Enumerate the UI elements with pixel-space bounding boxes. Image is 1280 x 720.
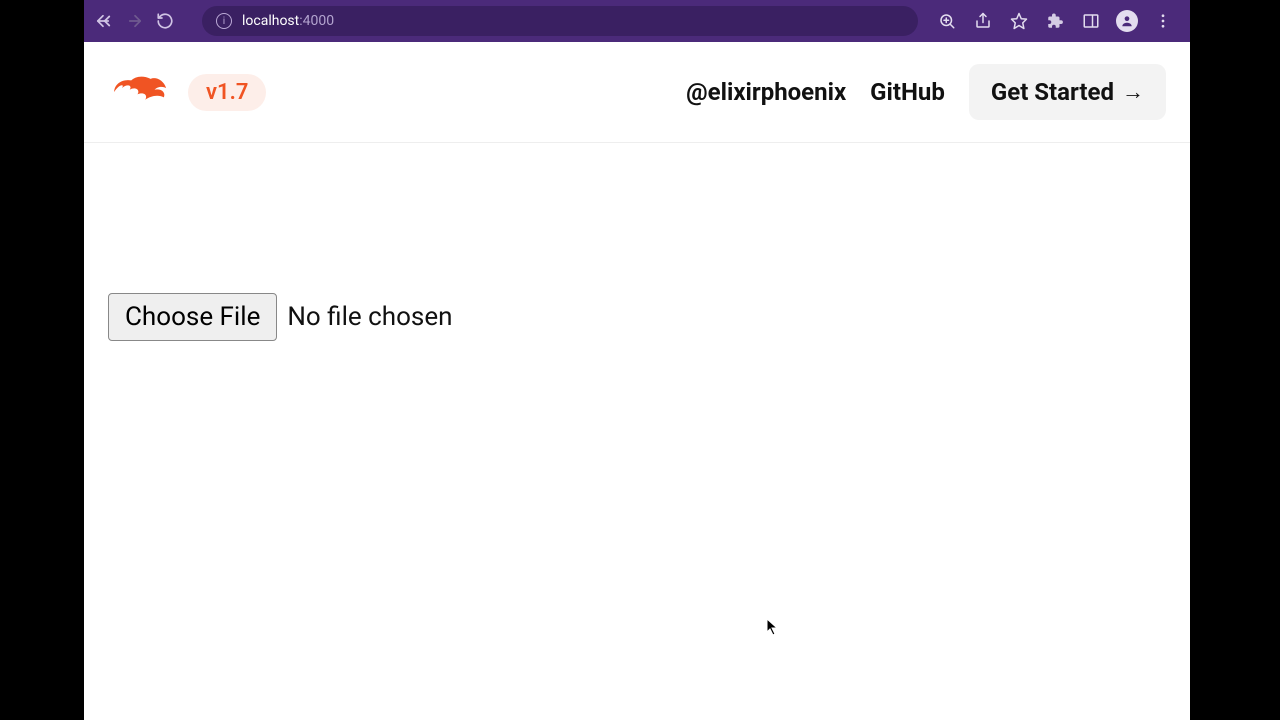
zoom-icon[interactable] bbox=[936, 10, 958, 32]
get-started-label: Get Started bbox=[991, 78, 1114, 106]
star-icon[interactable] bbox=[1008, 10, 1030, 32]
menu-icon[interactable] bbox=[1152, 10, 1174, 32]
extensions-icon[interactable] bbox=[1044, 10, 1066, 32]
toolbar-right bbox=[936, 10, 1180, 32]
reload-icon[interactable] bbox=[154, 10, 176, 32]
profile-avatar-icon[interactable] bbox=[1116, 10, 1138, 32]
choose-file-button[interactable]: Choose File bbox=[108, 293, 277, 341]
url-text: localhost:4000 bbox=[242, 13, 334, 29]
address-bar[interactable]: i localhost:4000 bbox=[202, 6, 918, 36]
forward-icon[interactable] bbox=[124, 10, 146, 32]
back-icon[interactable] bbox=[94, 10, 116, 32]
github-link[interactable]: GitHub bbox=[870, 78, 945, 106]
file-input[interactable]: Choose File No file chosen bbox=[108, 293, 1166, 341]
header-left: v1.7 bbox=[108, 71, 266, 113]
header-nav: @elixirphoenix GitHub Get Started → bbox=[686, 64, 1166, 120]
phoenix-logo-icon bbox=[108, 71, 170, 113]
page-header: v1.7 @elixirphoenix GitHub Get Started → bbox=[84, 42, 1190, 143]
main-content: Choose File No file chosen bbox=[84, 143, 1190, 341]
browser-window: i localhost:4000 bbox=[84, 0, 1190, 720]
version-badge: v1.7 bbox=[188, 74, 266, 111]
page-content: v1.7 @elixirphoenix GitHub Get Started →… bbox=[84, 42, 1190, 720]
arrow-right-icon: → bbox=[1122, 79, 1144, 105]
browser-toolbar: i localhost:4000 bbox=[84, 0, 1190, 42]
share-icon[interactable] bbox=[972, 10, 994, 32]
file-status-text: No file chosen bbox=[287, 302, 452, 332]
site-info-icon[interactable]: i bbox=[216, 13, 232, 29]
get-started-button[interactable]: Get Started → bbox=[969, 64, 1166, 120]
panel-icon[interactable] bbox=[1080, 10, 1102, 32]
twitter-link[interactable]: @elixirphoenix bbox=[686, 78, 846, 106]
